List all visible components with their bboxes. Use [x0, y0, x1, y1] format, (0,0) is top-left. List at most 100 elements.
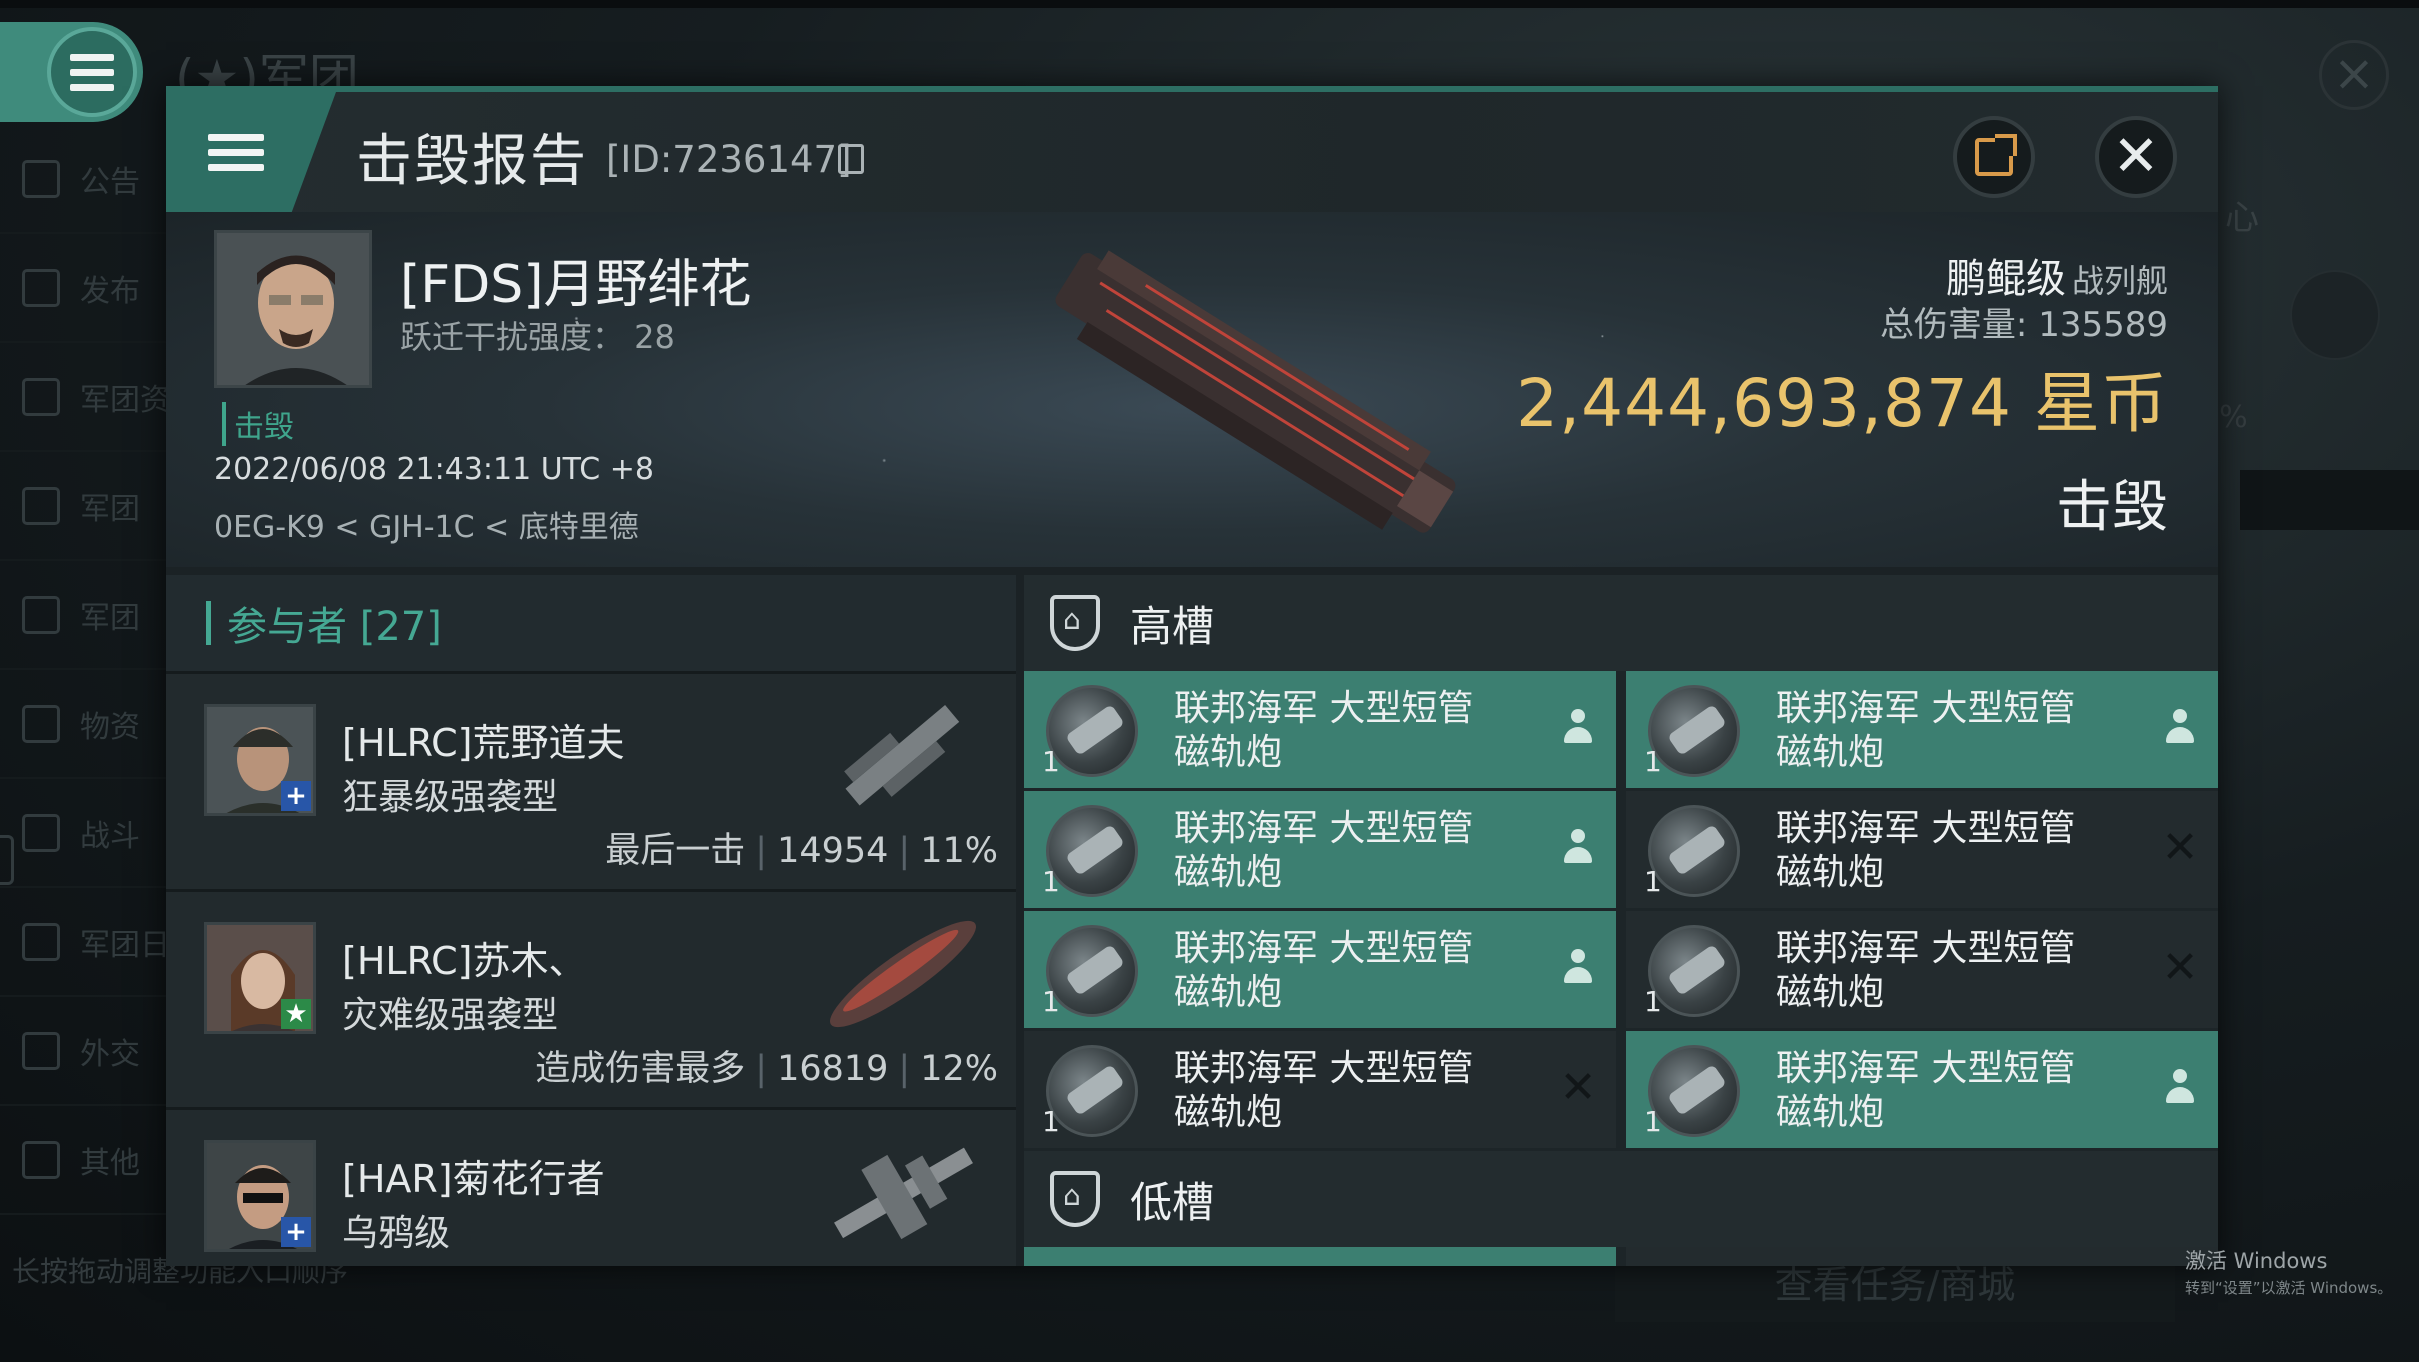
watermark-line2: 转到“设置”以激活 Windows。: [2185, 1279, 2393, 1297]
module-name-line: 联邦海军 大型短管: [1174, 688, 1474, 729]
participant-row[interactable]: + [HAR]菊花行者 乌鸦级: [166, 1107, 1016, 1266]
participant-tag: 最后一击: [605, 831, 746, 871]
cube-icon: [22, 377, 60, 416]
pie-icon: [22, 595, 60, 634]
module-name: 联邦海军 大型短管 磁轨炮: [1776, 1047, 2156, 1135]
share-button[interactable]: [1953, 116, 2035, 198]
star-icon: [22, 1140, 60, 1179]
high-slots-grid: 1 联邦海军 大型短管 磁轨炮 1 联邦海军 大型短管 磁轨炮 1 联邦海军 大型短…: [1024, 671, 2218, 1148]
close-button[interactable]: ✕: [2095, 116, 2177, 198]
module-slot[interactable]: [1626, 1247, 2218, 1266]
participant-damage: 14954: [777, 831, 889, 871]
destroyed-icon: ✕: [2161, 941, 2199, 993]
low-slots-header: 低槽: [1024, 1151, 2218, 1247]
dropped-icon: [1560, 829, 1596, 865]
kill-tag: 击毁: [222, 402, 294, 446]
kill-result: 击毁: [2056, 475, 2168, 540]
sidebar-item[interactable]: 其他: [0, 1106, 170, 1215]
isk-value: 2,444,693,874 星币: [1516, 350, 2168, 446]
sidebar-item[interactable]: 军团: [0, 452, 170, 561]
windows-activation-watermark: 激活 Windows 转到“设置”以激活 Windows。: [2185, 1245, 2392, 1298]
corp-badge: +: [281, 1217, 311, 1247]
participant-ship: 乌鸦级: [342, 1213, 451, 1254]
sidebar-handle[interactable]: [0, 835, 14, 885]
module-name-line: 磁轨炮: [1174, 732, 1283, 773]
isk-unit: 星币: [2034, 365, 2168, 442]
total-damage: 总伤害量: 135589: [1880, 297, 2168, 346]
module-name: 联邦海军 大型短管 磁轨炮: [1174, 807, 1554, 895]
chart-icon: [22, 486, 60, 525]
swords-icon: [22, 813, 60, 852]
total-damage-label: 总伤害量:: [1879, 305, 2039, 345]
menu-icon: [69, 53, 114, 91]
separator: |: [898, 831, 911, 871]
module-slot[interactable]: 1 联邦海军 大型短管 磁轨炮: [1024, 671, 1616, 788]
corp-badge: +: [281, 781, 311, 811]
separator: |: [755, 1049, 768, 1089]
background-right-text: 心: [2225, 198, 2259, 238]
module-slot[interactable]: 1 联邦海军 大型短管 磁轨炮: [1024, 911, 1616, 1028]
sidebar-item[interactable]: 军团日: [0, 888, 170, 997]
sidebar-item-label: 战斗: [80, 818, 140, 854]
dialog-title: 击毁报告: [356, 129, 588, 194]
participant-avatar: +: [204, 704, 316, 816]
sidebar-item[interactable]: 军团资: [0, 343, 170, 452]
participant-percent: 11%: [920, 831, 998, 871]
menu-icon: [208, 133, 264, 171]
participants-panel: 参与者 [27] + [HLRC]荒野道夫 狂暴级强袭型 最后一击 | 14954 |…: [166, 575, 1016, 1266]
sidebar-item[interactable]: 发布: [0, 234, 170, 343]
kill-location[interactable]: 0EG-K9 < GJH-1C < 底特里德: [214, 502, 639, 546]
module-name-line: 磁轨炮: [1776, 852, 1885, 893]
report-id: [ID:7236147]: [606, 138, 852, 181]
sidebar-item[interactable]: 军团: [0, 561, 170, 670]
participant-row[interactable]: ★ [HLRC]苏木、 灾难级强袭型 造成伤害最多 | 16819 | 12%: [166, 889, 1016, 1107]
destroyed-icon: ✕: [1559, 1061, 1597, 1113]
sidebar-item-label: 军团: [80, 491, 140, 527]
separator: |: [755, 831, 768, 871]
module-slot[interactable]: 1 联邦海军 大型短管 磁轨炮: [1626, 1031, 2218, 1148]
participant-ship-image: [834, 1147, 973, 1240]
module-name: 联邦海军 大型短管 磁轨炮: [1776, 687, 2156, 775]
sidebar-item[interactable]: 物资: [0, 670, 170, 779]
participant-percent: 12%: [920, 1049, 998, 1089]
module-slot[interactable]: 1 联邦海军 大型短管 磁轨炮: [1024, 791, 1616, 908]
participants-header[interactable]: 参与者 [27]: [166, 575, 1016, 671]
module-name-line: 联邦海军 大型短管: [1174, 1048, 1474, 1089]
box-icon: [22, 704, 60, 743]
dropped-icon: [2162, 1069, 2198, 1105]
victim-portrait[interactable]: [214, 230, 372, 388]
kill-report-dialog: 击毁报告 [ID:7236147] ✕ [FDS]月野绯花 跃迁干扰强度： 28…: [166, 86, 2218, 1266]
sidebar-item[interactable]: 战斗: [0, 779, 170, 888]
sidebar-item-label: 外交: [80, 1036, 140, 1072]
background-share-button[interactable]: [2290, 270, 2380, 360]
module-name: 联邦海军 大型短管 磁轨炮: [1174, 927, 1554, 1015]
fitting-panel: 高槽 1 联邦海军 大型短管磁轨炮 1 联邦海军 大型短管磁轨炮 1 联邦海军 …: [1024, 575, 2218, 1266]
sidebar-item-label: 物资: [80, 709, 140, 745]
low-slots-grid: [1024, 1247, 2218, 1266]
sidebar-item[interactable]: 外交: [0, 997, 170, 1106]
sidebar-item[interactable]: 公告: [0, 125, 170, 234]
dropped-icon: [1560, 709, 1596, 745]
module-slot[interactable]: 1 联邦海军 大型短管 磁轨炮: [1626, 671, 2218, 788]
high-slots-header: 高槽: [1024, 575, 2218, 671]
module-name-line: 磁轨炮: [1174, 972, 1283, 1013]
main-menu-button[interactable]: [0, 22, 143, 122]
sidebar-item-label: 军团日: [80, 927, 170, 963]
module-slot[interactable]: 1 联邦海军 大型短管 磁轨炮 ✕: [1626, 791, 2218, 908]
module-name-line: 联邦海军 大型短管: [1174, 808, 1474, 849]
corp-badge: ★: [281, 999, 311, 1029]
module-slot[interactable]: 1 联邦海军 大型短管 磁轨炮 ✕: [1626, 911, 2218, 1028]
dialog-menu-button[interactable]: [166, 92, 336, 212]
copy-icon[interactable]: [838, 144, 864, 174]
module-slot[interactable]: [1024, 1247, 1616, 1266]
module-name-line: 磁轨炮: [1776, 972, 1885, 1013]
close-icon: ✕: [2112, 124, 2160, 189]
victim-ship: 鹏鲲级 战列舰: [1946, 246, 2168, 304]
module-name-line: 联邦海军 大型短管: [1776, 688, 2076, 729]
participant-row[interactable]: + [HLRC]荒野道夫 狂暴级强袭型 最后一击 | 14954 | 11%: [166, 671, 1016, 889]
victim-name[interactable]: [FDS]月野绯花: [400, 242, 752, 317]
module-slot[interactable]: 1 联邦海军 大型短管 磁轨炮 ✕: [1024, 1031, 1616, 1148]
module-quantity: 1: [1644, 745, 1662, 778]
background-close-button[interactable]: ×: [2319, 40, 2389, 110]
victim-ship-name[interactable]: 鹏鲲级: [1946, 256, 2066, 302]
